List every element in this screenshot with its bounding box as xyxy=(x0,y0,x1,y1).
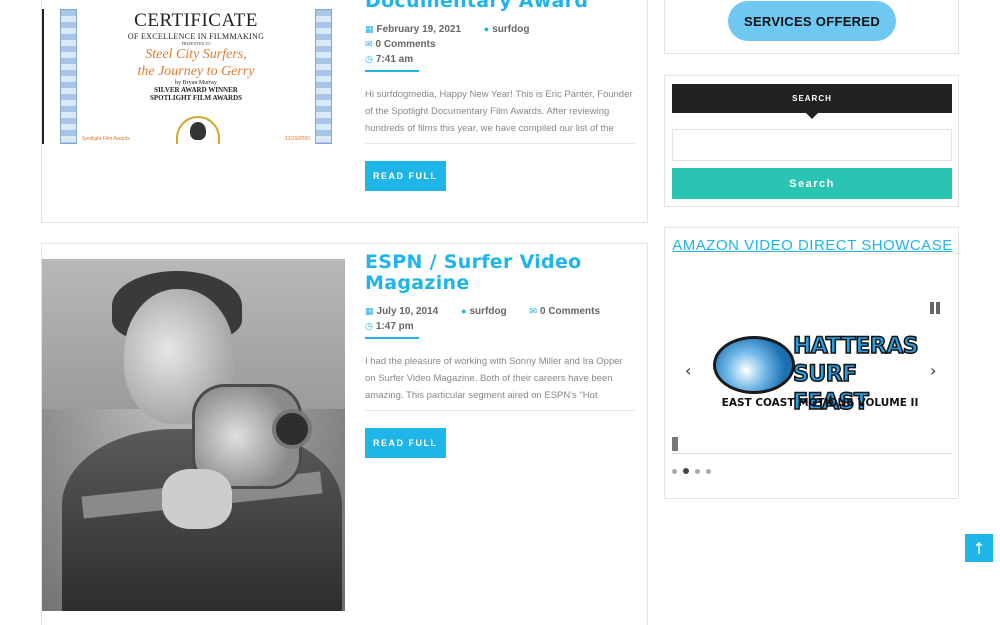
post-comments[interactable]: ✉ 0 Comments xyxy=(529,306,610,317)
post-excerpt: Hi surfdogmedia, Happy New Year! This is… xyxy=(365,86,635,144)
calendar-icon: ▦ xyxy=(365,24,374,34)
clock-icon: ◷ xyxy=(365,321,373,331)
certificate-image: CERTIFICATE OF EXCELLENCE IN FILMMAKING … xyxy=(60,9,332,144)
services-offered-button[interactable]: SERVICES OFFERED xyxy=(728,1,896,41)
search-heading: SEARCH xyxy=(672,84,952,119)
title-underline xyxy=(365,70,419,72)
amazon-showcase-link[interactable]: AMAZON VIDEO DIRECT SHOWCASE xyxy=(665,235,960,257)
post-excerpt: I had the pleasure of working with Sonny… xyxy=(365,353,635,411)
post-title[interactable]: Documentary Award xyxy=(365,0,635,12)
post-meta: ▦ July 10, 2014 ● surfdog ✉ 0 Comments ◷ 1:4… xyxy=(365,304,635,334)
slider-dots xyxy=(672,468,711,474)
post-card-documentary-award: CERTIFICATE OF EXCELLENCE IN FILMMAKING … xyxy=(41,0,648,223)
certificate-org-line1: Steel City Surfers, xyxy=(145,47,247,62)
certificate-award2: SPOTLIGHT FILM AWARDS xyxy=(149,94,243,102)
search-input[interactable] xyxy=(672,129,952,161)
post-time: ◷ 1:47 pm xyxy=(365,321,414,332)
read-full-button[interactable]: READ FULL xyxy=(365,161,446,191)
slider-dot-1[interactable] xyxy=(672,468,677,474)
certificate-border-left xyxy=(60,9,77,144)
calendar-icon: ▦ xyxy=(365,306,374,316)
pause-icon[interactable] xyxy=(930,302,940,314)
clock-icon: ◷ xyxy=(365,54,373,64)
certificate-foot-right: 12/29/2020 xyxy=(284,136,310,142)
slide-progress-bar xyxy=(672,437,678,451)
post-author[interactable]: ● surfdog xyxy=(484,24,540,35)
chevron-left-icon[interactable]: ‹ xyxy=(685,361,691,380)
certificate-award1: SILVER AWARD WINNER xyxy=(154,86,238,94)
post-date[interactable]: ▦ February 19, 2021 xyxy=(365,24,471,35)
widget-amazon-showcase: AMAZON VIDEO DIRECT SHOWCASE ‹ › HATTERA… xyxy=(664,227,959,499)
widget-services: SERVICES OFFERED xyxy=(664,0,959,54)
slide-line1: HATTERAS xyxy=(792,333,919,360)
post-author[interactable]: ● surfdog xyxy=(461,306,517,317)
certificate-foot-left: Spotlight Film Awards xyxy=(82,136,130,142)
slider-dot-2[interactable] xyxy=(683,468,689,474)
post-time: ◷ 7:41 am xyxy=(365,54,414,65)
user-icon: ● xyxy=(461,306,467,316)
post-date[interactable]: ▦ July 10, 2014 xyxy=(365,306,448,317)
surfer-photo xyxy=(42,259,345,611)
read-full-button[interactable]: READ FULL xyxy=(365,428,446,458)
post-meta: ▦ February 19, 2021 ● surfdog ✉ 0 Comments … xyxy=(365,22,635,67)
widget-search: SEARCH Search xyxy=(664,75,959,207)
arrow-up-icon[interactable]: ↑ xyxy=(965,534,993,562)
post-card-espn-surfer: ESPN / Surfer Video Magazine ▦ July 10, 2… xyxy=(41,243,648,625)
comments-icon: ✉ xyxy=(365,39,373,49)
post-thumbnail-surfer[interactable] xyxy=(42,259,345,611)
certificate-org-line2: the Journey to Gerry xyxy=(137,64,255,79)
slide-hatteras-surf-feast[interactable]: HATTERAS SURF FEAST EAST COAST MOTIONS V… xyxy=(713,333,925,416)
post-title[interactable]: ESPN / Surfer Video Magazine xyxy=(365,252,635,294)
certificate-heading: CERTIFICATE xyxy=(134,10,258,31)
title-underline xyxy=(365,337,419,339)
wave-logo-icon xyxy=(713,336,795,394)
slider-dot-4[interactable] xyxy=(706,468,711,474)
chevron-right-icon[interactable]: › xyxy=(930,361,936,380)
post-thumbnail-certificate[interactable]: CERTIFICATE OF EXCELLENCE IN FILMMAKING … xyxy=(42,9,332,144)
post-comments[interactable]: ✉ 0 Comments xyxy=(365,39,446,50)
certificate-subheading: OF EXCELLENCE IN FILMMAKING xyxy=(127,32,265,41)
slider-dot-3[interactable] xyxy=(695,468,700,474)
certificate-border-right xyxy=(315,9,332,144)
comments-icon: ✉ xyxy=(529,306,537,316)
slider-divider xyxy=(672,453,952,454)
user-icon: ● xyxy=(483,24,490,34)
slide-subtitle: EAST COAST MOTIONS VOLUME II xyxy=(721,397,919,409)
search-button[interactable]: Search xyxy=(672,168,952,199)
